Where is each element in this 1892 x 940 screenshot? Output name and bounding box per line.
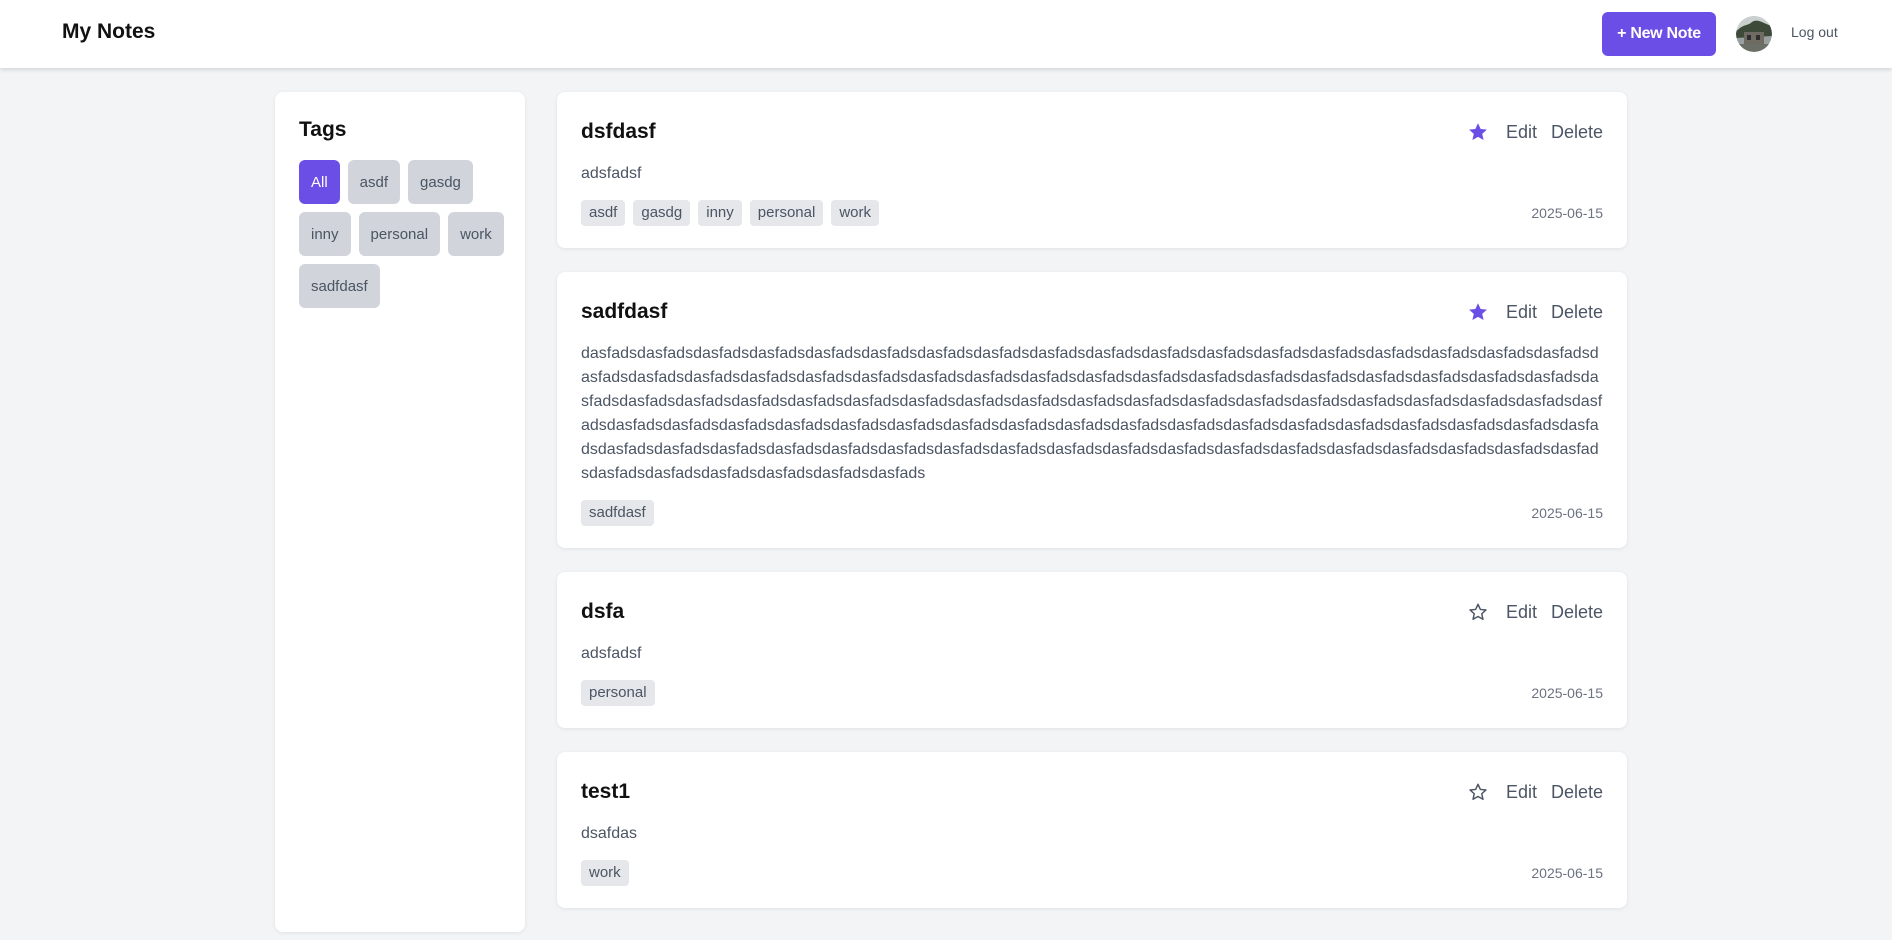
star-filled-icon[interactable]: [1466, 300, 1490, 324]
note-header: sadfdasf Edit Delete: [581, 296, 1603, 328]
note-footer: work 2025-06-15: [581, 860, 1603, 886]
edit-button[interactable]: Edit: [1506, 602, 1537, 623]
note-tag: personal: [581, 680, 655, 706]
note-title: test1: [581, 780, 631, 803]
note-tags: asdf gasdg inny personal work: [581, 200, 879, 226]
edit-button[interactable]: Edit: [1506, 122, 1537, 143]
note-title: dsfdasf: [581, 120, 656, 143]
tag-filter-personal[interactable]: personal: [358, 212, 441, 256]
note-tags: work: [581, 860, 629, 886]
note-tag: work: [831, 200, 879, 226]
note-date: 2025-06-15: [1531, 865, 1603, 881]
note-footer: asdf gasdg inny personal work 2025-06-15: [581, 200, 1603, 226]
note-card: dsfa Edit Delete adsfadsf personal 2025-…: [557, 572, 1627, 728]
note-tag: asdf: [581, 200, 626, 226]
note-title: dsfa: [581, 600, 625, 623]
note-date: 2025-06-15: [1531, 505, 1603, 521]
note-actions: Edit Delete: [1466, 600, 1603, 624]
note-date: 2025-06-15: [1531, 685, 1603, 701]
note-tag: personal: [749, 200, 824, 226]
tag-filter-inny[interactable]: inny: [299, 212, 351, 256]
note-tag: sadfdasf: [581, 500, 654, 526]
notes-list: dsfdasf Edit Delete adsfadsf asdf gasdg …: [557, 92, 1627, 932]
delete-button[interactable]: Delete: [1551, 122, 1603, 143]
edit-button[interactable]: Edit: [1506, 782, 1537, 803]
note-tags: personal: [581, 680, 655, 706]
delete-button[interactable]: Delete: [1551, 782, 1603, 803]
note-content: adsfadsf: [581, 165, 642, 182]
note-card: test1 Edit Delete dsafdas work 2025-06-1…: [557, 752, 1627, 908]
note-content: adsfadsf: [581, 645, 642, 662]
app-title: My Notes: [62, 20, 156, 43]
note-footer: sadfdasf 2025-06-15: [581, 500, 1603, 526]
tag-filter-gasdg[interactable]: gasdg: [408, 160, 473, 204]
edit-button[interactable]: Edit: [1506, 302, 1537, 323]
star-filled-icon[interactable]: [1466, 120, 1490, 144]
note-actions: Edit Delete: [1466, 120, 1603, 144]
star-outline-icon[interactable]: [1466, 600, 1490, 624]
note-header: test1 Edit Delete: [581, 776, 1603, 808]
sidebar-title: Tags: [299, 118, 347, 141]
tag-filter-sadfdasf[interactable]: sadfdasf: [299, 264, 380, 308]
delete-button[interactable]: Delete: [1551, 602, 1603, 623]
note-content: dasfadsdasfadsdasfadsdasfadsdasfadsdasfa…: [581, 345, 1603, 482]
note-card: dsfdasf Edit Delete adsfadsf asdf gasdg …: [557, 92, 1627, 248]
note-tag: work: [581, 860, 629, 886]
note-tag: gasdg: [633, 200, 691, 226]
note-tags: sadfdasf: [581, 500, 654, 526]
note-header: dsfdasf Edit Delete: [581, 116, 1603, 148]
note-actions: Edit Delete: [1466, 300, 1603, 324]
logout-link[interactable]: Log out: [1791, 24, 1838, 40]
note-footer: personal 2025-06-15: [581, 680, 1603, 706]
note-title: sadfdasf: [581, 300, 668, 323]
note-tag: inny: [698, 200, 742, 226]
delete-button[interactable]: Delete: [1551, 302, 1603, 323]
tag-filter-all[interactable]: All: [299, 160, 340, 204]
note-header: dsfa Edit Delete: [581, 596, 1603, 628]
new-note-button[interactable]: + New Note: [1602, 12, 1716, 56]
avatar[interactable]: [1736, 16, 1772, 52]
note-content: dsafdas: [581, 825, 638, 842]
tag-filter-work[interactable]: work: [448, 212, 504, 256]
tags-sidebar: Tags All asdf gasdg inny personal work s…: [275, 92, 525, 932]
star-outline-icon[interactable]: [1466, 780, 1490, 804]
note-date: 2025-06-15: [1531, 205, 1603, 221]
note-card: sadfdasf Edit Delete dasfadsdasfadsdasfa…: [557, 272, 1627, 548]
note-actions: Edit Delete: [1466, 780, 1603, 804]
app-header: My Notes + New Note Log out: [0, 0, 1892, 68]
avatar-image: [1736, 16, 1772, 52]
tag-filter-list: All asdf gasdg inny personal work sadfda…: [299, 160, 509, 308]
tag-filter-asdf[interactable]: asdf: [347, 160, 401, 204]
